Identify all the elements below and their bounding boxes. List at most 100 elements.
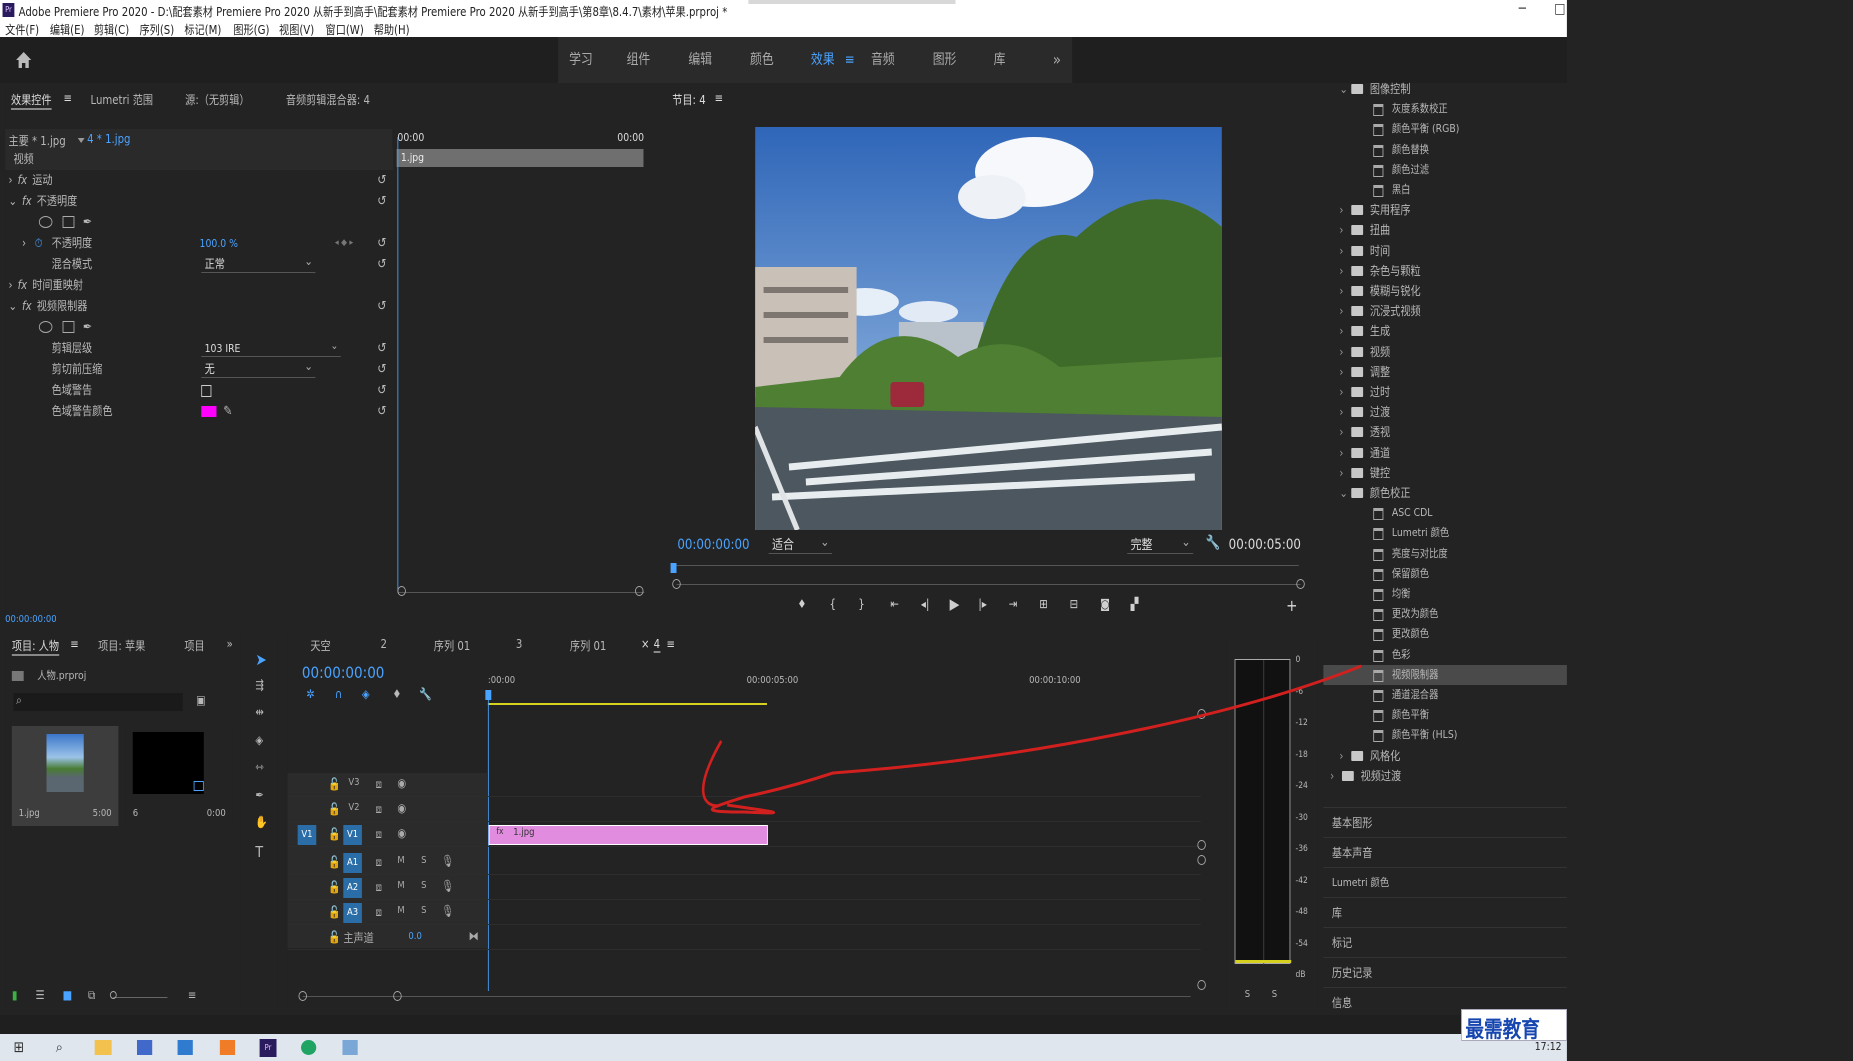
- effects-folder[interactable]: › 视频过渡: [1323, 766, 1567, 786]
- comparison-view-icon[interactable]: ▞: [1131, 597, 1139, 611]
- app-icon[interactable]: [136, 1040, 153, 1055]
- nest-icon[interactable]: ✲: [306, 687, 315, 701]
- workspace-editing[interactable]: 编辑: [688, 37, 712, 83]
- effects-folder[interactable]: › 沉浸式视频: [1323, 301, 1567, 321]
- effects-folder[interactable]: › 透视: [1323, 422, 1567, 442]
- tab-sequence-3[interactable]: 3: [516, 637, 522, 651]
- tab-effect-controls[interactable]: 效果控件: [10, 91, 52, 110]
- microphone-icon[interactable]: 🎙: [441, 854, 454, 868]
- chevron-right-icon[interactable]: ›: [1339, 422, 1343, 442]
- eye-icon[interactable]: ◉: [397, 826, 406, 840]
- tab-sequence-01[interactable]: 序列 01: [434, 637, 470, 654]
- program-video-frame[interactable]: [755, 127, 1222, 530]
- slip-tool-icon[interactable]: ⇿: [255, 760, 264, 774]
- tab-project-people[interactable]: 项目: 人物: [11, 637, 60, 656]
- menu-sequence[interactable]: 序列(S): [140, 21, 175, 38]
- sync-lock-icon[interactable]: ⧈: [375, 880, 381, 895]
- workspace-effects-menu[interactable]: ≡: [845, 37, 855, 83]
- ellipse-mask-icon[interactable]: [38, 216, 53, 228]
- timeline-timecode[interactable]: 00:00:00:00: [302, 663, 385, 682]
- master-clip-label[interactable]: 主要 * 1.jpg: [8, 132, 65, 149]
- program-time-ruler[interactable]: [673, 565, 1299, 566]
- add-marker-icon[interactable]: ♦: [797, 597, 806, 611]
- ec-clip-bar[interactable]: 1.jpg: [396, 149, 644, 167]
- effects-folder[interactable]: › 实用程序: [1323, 200, 1567, 220]
- effects-folder[interactable]: ⌄ 颜色校正: [1323, 483, 1567, 503]
- chevron-right-icon[interactable]: ›: [1339, 281, 1343, 301]
- clip-dropdown-icon[interactable]: [77, 133, 85, 147]
- effects-item[interactable]: 颜色平衡: [1323, 705, 1567, 725]
- panel-essential-sound[interactable]: 基本声音: [1323, 837, 1567, 865]
- rectangle-mask-icon[interactable]: [62, 321, 75, 333]
- compress-dropdown[interactable]: 无: [201, 358, 316, 378]
- effects-item[interactable]: 黑白: [1323, 180, 1567, 200]
- effects-item[interactable]: 颜色平衡 (RGB): [1323, 119, 1567, 139]
- tab-audio-clip-mixer[interactable]: 音频剪辑混合器: 4: [286, 91, 370, 108]
- chevron-down-icon[interactable]: ⌄: [1339, 79, 1348, 99]
- ellipse-mask-icon[interactable]: [38, 321, 53, 333]
- gamut-color-swatch[interactable]: [201, 406, 217, 417]
- mark-in-icon[interactable]: {: [830, 597, 836, 611]
- sync-lock-icon[interactable]: ⧈: [375, 802, 381, 817]
- panel-history[interactable]: 历史记录: [1323, 957, 1567, 985]
- project-search-input[interactable]: ⌕: [13, 693, 183, 711]
- menu-help[interactable]: 帮助(H): [374, 21, 410, 38]
- selection-tool-icon[interactable]: ➤: [255, 650, 266, 669]
- tab-sequence-2[interactable]: 2: [381, 637, 387, 651]
- workspace-more[interactable]: »: [1053, 37, 1061, 83]
- effects-item[interactable]: 颜色替换: [1323, 140, 1567, 160]
- mark-out-icon[interactable]: }: [858, 597, 864, 611]
- effects-folder[interactable]: › 调整: [1323, 362, 1567, 382]
- program-zoom-bar[interactable]: [676, 584, 1301, 585]
- effects-folder[interactable]: ⌄ 图像控制: [1323, 79, 1567, 99]
- export-frame-icon[interactable]: ◙: [1100, 597, 1110, 611]
- track-lock-icon[interactable]: 🔓: [328, 880, 341, 894]
- solo-button[interactable]: S: [421, 855, 426, 866]
- eye-icon[interactable]: ◉: [397, 801, 406, 815]
- lift-icon[interactable]: ⊞: [1039, 597, 1048, 611]
- effects-item[interactable]: 通道混合器: [1323, 685, 1567, 705]
- reset-icon[interactable]: ↺: [377, 191, 386, 212]
- chevron-right-icon[interactable]: ›: [1339, 402, 1343, 422]
- zoom-handle[interactable]: [1296, 579, 1305, 589]
- panel-essential-graphics[interactable]: 基本图形: [1323, 807, 1567, 835]
- taskbar-search-icon[interactable]: ⌕: [56, 1038, 63, 1056]
- keyframe-nav-icon[interactable]: ◂ ◆ ▸: [335, 233, 353, 254]
- type-tool-icon[interactable]: T: [255, 843, 263, 861]
- ripple-edit-tool-icon[interactable]: ⇹: [255, 705, 264, 719]
- project-item-sequence[interactable]: 6 0:00: [125, 726, 233, 826]
- menu-graphics[interactable]: 图形(G): [233, 21, 269, 38]
- thumbnail-size-slider[interactable]: [113, 997, 168, 998]
- track-lock-icon[interactable]: 🔓: [328, 777, 341, 791]
- track-lock-icon[interactable]: 🔓: [328, 930, 341, 944]
- effects-item[interactable]: 亮度与对比度: [1323, 544, 1567, 564]
- timeline-zoom-bar[interactable]: [302, 996, 1191, 997]
- workspace-audio[interactable]: 音频: [871, 37, 895, 83]
- work-area-bar[interactable]: [487, 703, 767, 705]
- opacity-value[interactable]: 100.0 %: [200, 233, 238, 254]
- reset-icon[interactable]: ↺: [377, 296, 386, 317]
- home-icon[interactable]: [15, 51, 32, 69]
- blend-mode-dropdown[interactable]: 正常: [201, 253, 316, 273]
- reset-icon[interactable]: ↺: [377, 401, 386, 422]
- solo-button[interactable]: S: [421, 880, 426, 891]
- effects-folder[interactable]: › 视频: [1323, 342, 1567, 362]
- effects-folder[interactable]: › 杂色与颗粒: [1323, 261, 1567, 281]
- panel-markers[interactable]: 标记: [1323, 927, 1567, 955]
- zoom-handle[interactable]: [298, 991, 307, 1001]
- solo-left-button[interactable]: S: [1245, 989, 1250, 1000]
- microphone-icon[interactable]: 🎙: [441, 904, 454, 918]
- pen-tool-icon[interactable]: ✒: [255, 788, 264, 802]
- rectangle-mask-icon[interactable]: [62, 216, 75, 228]
- effects-item[interactable]: Lumetri 颜色: [1323, 523, 1567, 543]
- freeform-view-icon[interactable]: ⧉: [88, 988, 95, 1003]
- minimize-button[interactable]: ─: [1519, 1, 1526, 17]
- program-playhead[interactable]: [670, 563, 677, 573]
- mute-button[interactable]: M: [397, 880, 404, 891]
- effects-item[interactable]: 颜色平衡 (HLS): [1323, 725, 1567, 745]
- chevron-right-icon[interactable]: ›: [1339, 443, 1343, 463]
- effects-item[interactable]: 保留颜色: [1323, 564, 1567, 584]
- step-back-icon[interactable]: ◂|: [921, 597, 930, 611]
- project-tab-menu[interactable]: ≡: [70, 637, 79, 651]
- sync-lock-icon[interactable]: ⧈: [375, 777, 381, 792]
